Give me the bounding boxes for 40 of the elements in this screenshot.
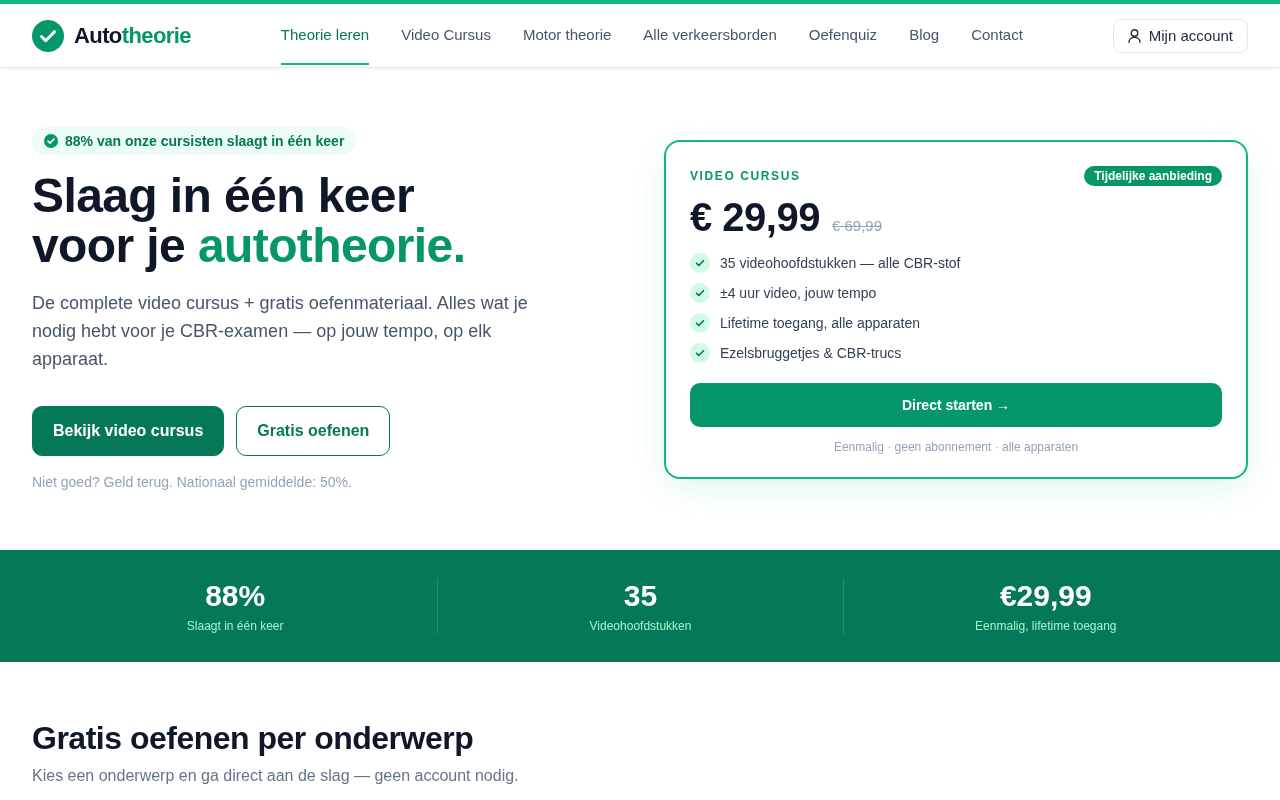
user-icon xyxy=(1127,28,1141,43)
nav-link[interactable]: Motor theorie xyxy=(522,4,612,65)
feature-text: Lifetime toegang, alle apparaten xyxy=(720,315,921,331)
check-icon xyxy=(690,283,710,303)
offer-tag: Tijdelijke aanbieding xyxy=(1084,166,1222,186)
badge-text: 88% van onze cursisten slaagt in één keer xyxy=(65,133,345,149)
practice-button[interactable]: Gratis oefenen xyxy=(236,406,391,456)
nav-link[interactable]: Theorie leren xyxy=(280,4,370,65)
nav-link[interactable]: Video Cursus xyxy=(401,4,491,65)
card-eyebrow: VIDEO CURSUS xyxy=(690,169,801,183)
check-icon xyxy=(690,313,710,333)
stat-value: €29,99 xyxy=(999,578,1092,614)
section-subtitle: Kies een onderwerp en ga direct aan de slag — geen account nodig. xyxy=(32,766,520,786)
nav-link[interactable]: Oefenquiz xyxy=(808,4,878,65)
nav-link[interactable]: Alle verkeersborden xyxy=(643,4,777,65)
stat-value: 88% xyxy=(205,578,266,614)
video-course-button[interactable]: Bekijk video cursus xyxy=(32,406,225,456)
guarantee-note: Niet goed? Geld terug. Nationaal gemiddelde: 50%. xyxy=(32,473,352,492)
section-title: Gratis oefenen per onderwerp xyxy=(32,719,475,758)
check-circle-icon xyxy=(44,134,58,148)
hero-lead-text: De complete video cursus + gratis oefenmateriaal. Alles wat je nodig hebt voor je CBR-examen — op jouw tempo, op elk apparaat. xyxy=(32,292,529,371)
stat-label: Eenmalig, lifetime toegang xyxy=(975,618,1117,634)
logo-wordmark[interactable]: Autotheorie xyxy=(74,22,191,49)
stat-value: 35 xyxy=(623,578,658,614)
start-button[interactable]: Direct starten → xyxy=(690,383,1222,427)
hero-heading: Slaag in één keer voor je autotheorie. xyxy=(32,171,466,271)
check-icon xyxy=(690,253,710,273)
account-button[interactable]: Mijn account xyxy=(1112,18,1248,53)
stat-label: Videohoofdstukken xyxy=(589,618,692,634)
price: € 29,99 xyxy=(690,194,820,241)
feature-text: 35 videohoofdstukken — alle CBR-stof xyxy=(720,255,961,271)
nav-link[interactable]: Contact xyxy=(971,4,1023,65)
feature-text: ±4 uur video, jouw tempo xyxy=(720,285,877,301)
check-icon xyxy=(690,343,710,363)
nav-link[interactable]: Blog xyxy=(909,4,940,65)
old-price: € 69,99 xyxy=(831,217,882,234)
card-footnote: Eenmalig · geen abonnement · alle apparaten xyxy=(832,439,1080,455)
feature-text: Ezelsbruggetjes & CBR-trucs xyxy=(720,345,902,361)
stat-label: Slaagt in één keer xyxy=(186,618,284,634)
logo-check-icon xyxy=(32,19,64,52)
